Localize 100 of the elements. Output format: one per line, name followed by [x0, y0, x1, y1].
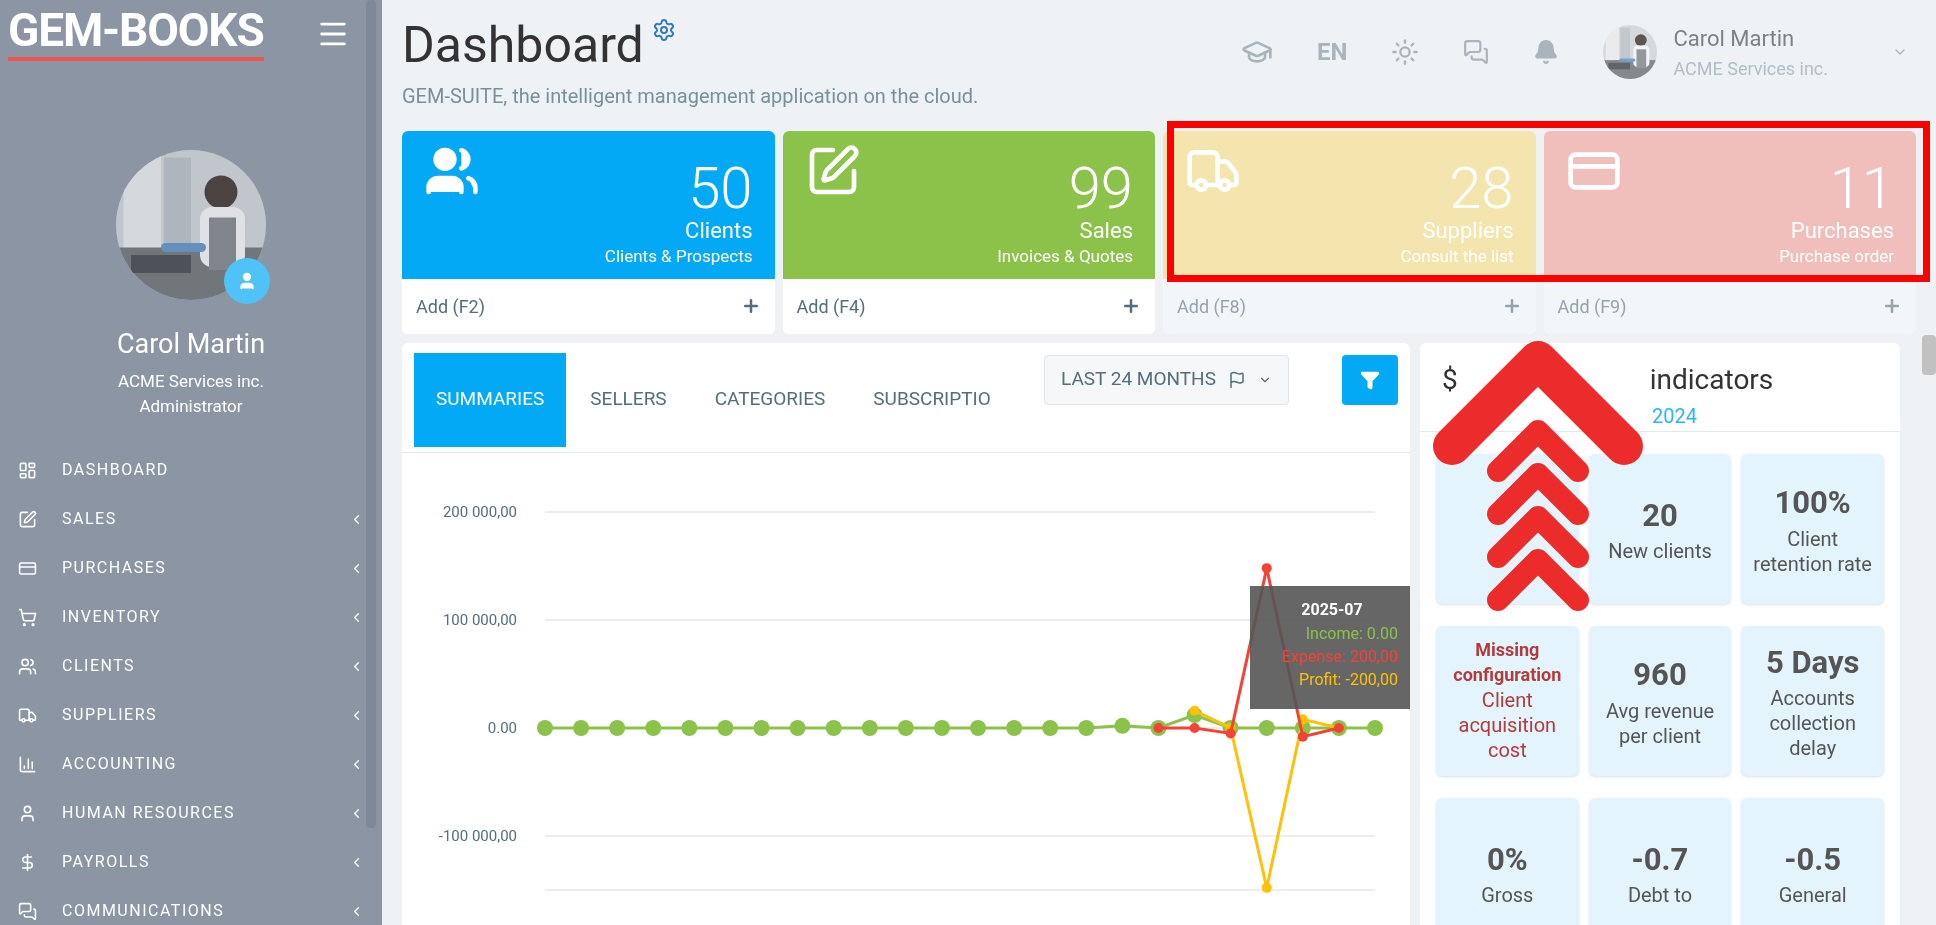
- point: [753, 719, 770, 736]
- axis-label: -100 000,00: [438, 826, 517, 845]
- point: [645, 719, 662, 736]
- stat-card[interactable]: 99 Sales Invoices & Quotes Add (F4): [782, 130, 1155, 334]
- indicator-warning: Missing configuration: [1452, 638, 1563, 687]
- indicator-value: 20: [1642, 495, 1678, 536]
- settings-icon[interactable]: [651, 18, 676, 42]
- point: [1258, 719, 1275, 736]
- indicator-value: -0.7: [1631, 839, 1689, 880]
- point: [1367, 719, 1383, 736]
- indicator-label: Debt to: [1627, 883, 1693, 909]
- card-value: 28: [1449, 158, 1514, 217]
- plus-icon[interactable]: [1882, 296, 1902, 316]
- point: [573, 719, 590, 736]
- stat-card[interactable]: 50 Clients Clients & Prospects Add (F2): [402, 130, 775, 334]
- point: [1297, 731, 1308, 742]
- card-subtitle: Invoices & Quotes: [997, 245, 1133, 268]
- card-subtitle: Clients & Prospects: [604, 245, 753, 268]
- sidebar-item[interactable]: HUMAN RESOURCES: [0, 788, 368, 838]
- card-subtitle: Purchase order: [1779, 245, 1894, 268]
- language-button[interactable]: EN: [1317, 34, 1348, 70]
- stat-card[interactable]: 11 Purchases Purchase order Add (F9): [1543, 130, 1916, 334]
- stat-card[interactable]: 28 Suppliers Consult the list Add (F8): [1163, 130, 1536, 334]
- point: [1189, 722, 1200, 733]
- sidebar-item[interactable]: SALES: [0, 494, 368, 544]
- logo: GEM-BOOKS: [8, 7, 264, 61]
- point: [933, 719, 950, 736]
- period-dropdown[interactable]: LAST 24 MONTHS: [1044, 354, 1289, 405]
- indicator-label: Accounts collection delay: [1768, 686, 1857, 762]
- theme-icon[interactable]: [1391, 38, 1420, 66]
- tab[interactable]: SELLERS: [566, 352, 691, 447]
- card-action[interactable]: Add (F9): [1557, 292, 1627, 320]
- filter-button[interactable]: [1342, 354, 1398, 405]
- point: [717, 719, 734, 736]
- sidebar-item[interactable]: INVENTORY: [0, 592, 368, 642]
- user-name: Carol Martin: [1673, 25, 1796, 53]
- filter-icon: [1360, 369, 1380, 390]
- card-action[interactable]: Add (F8): [1177, 292, 1246, 320]
- notification-icon[interactable]: [1533, 39, 1560, 65]
- panel-title: $: [1442, 361, 1458, 398]
- point: [1042, 719, 1059, 736]
- indicator-value: 100%: [1774, 483, 1851, 524]
- tooltip-title: 2025-07: [1301, 598, 1363, 621]
- profile-company: ACME Services inc.: [118, 369, 264, 393]
- sidebar-item[interactable]: PURCHASES: [0, 543, 368, 593]
- page-subtitle: GEM-SUITE, the intelligent management application on the cloud.: [402, 82, 979, 110]
- scrollbar[interactable]: [1922, 335, 1936, 375]
- tooltip-line: Profit: -200,00: [1299, 668, 1398, 691]
- point: [970, 719, 987, 736]
- indicator-value: 5 Days: [1765, 642, 1860, 683]
- tab[interactable]: SUBSCRIPTIO: [849, 352, 1015, 447]
- indicator-label: Client acquisition cost: [1457, 687, 1558, 763]
- user-company: ACME Services inc.: [1673, 57, 1828, 81]
- indicator-label: General: [1778, 883, 1847, 909]
- page-title: Dashboard: [402, 15, 644, 76]
- chat-icon[interactable]: [1463, 39, 1490, 65]
- user-badge-icon: [224, 258, 270, 304]
- indicator-value: 960: [1633, 655, 1687, 696]
- point: [609, 719, 626, 736]
- point: [537, 719, 553, 736]
- point: [681, 719, 698, 736]
- point: [1114, 717, 1131, 734]
- card-title: Clients: [685, 216, 753, 244]
- card-value: 50: [688, 158, 753, 217]
- indicator-value: -0.5: [1784, 839, 1842, 880]
- sidebar-item[interactable]: CLIENTS: [0, 641, 368, 691]
- point: [1006, 719, 1023, 736]
- indicator-label: Gross: [1481, 883, 1534, 909]
- card-title: Suppliers: [1422, 216, 1514, 244]
- sidebar-item[interactable]: SUPPLIERS: [0, 690, 368, 740]
- tooltip-line: Income: 0.00: [1305, 622, 1398, 645]
- point: [897, 719, 914, 736]
- axis-label: 200 000,00: [442, 502, 517, 521]
- indicator-value: 0%: [1486, 839, 1528, 880]
- plus-icon[interactable]: [1121, 296, 1141, 316]
- card-title: Sales: [1079, 216, 1133, 244]
- indicator-label: Client retention rate: [1752, 526, 1873, 577]
- card-value: 99: [1068, 158, 1133, 217]
- sidebar-item[interactable]: PAYROLLS: [0, 837, 368, 887]
- indicator-label: Avg revenue per client: [1604, 698, 1716, 749]
- tab[interactable]: CATEGORIES: [690, 352, 850, 447]
- card-action[interactable]: Add (F4): [796, 292, 866, 320]
- point: [825, 719, 842, 736]
- point: [1261, 882, 1272, 893]
- card-title: Purchases: [1790, 216, 1894, 244]
- tooltip-line: Expense: 200,00: [1281, 645, 1398, 668]
- sidebar-item[interactable]: ACCOUNTING: [0, 739, 368, 789]
- card-subtitle: Consult the list: [1400, 245, 1514, 268]
- point: [861, 719, 878, 736]
- indicator-label: New clients: [1608, 539, 1712, 565]
- sidebar-item[interactable]: COMMUNICATIONS: [0, 886, 368, 925]
- card-value: 11: [1829, 158, 1894, 217]
- sidebar-item[interactable]: DASHBOARD: [0, 445, 368, 495]
- point: [789, 719, 806, 736]
- panel-title: indicators: [1649, 361, 1774, 398]
- point: [1261, 562, 1272, 573]
- card-action[interactable]: Add (F2): [416, 292, 485, 320]
- profile-name: Carol Martin: [116, 327, 266, 362]
- period-link[interactable]: 2024: [1652, 403, 1697, 428]
- tab[interactable]: SUMMARIES: [414, 352, 567, 447]
